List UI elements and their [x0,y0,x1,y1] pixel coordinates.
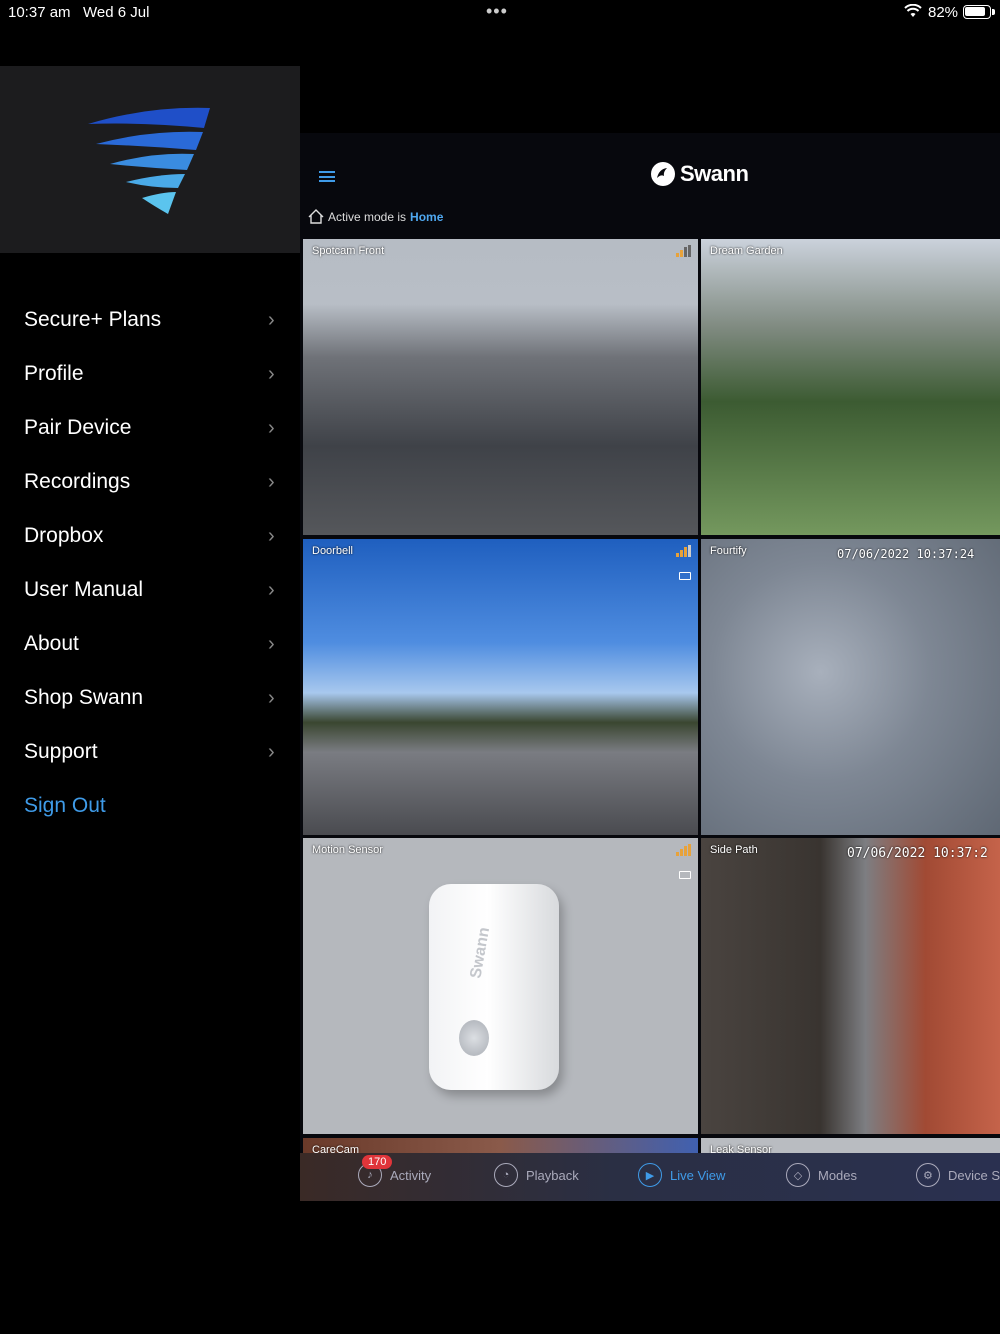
chevron-right-icon: › [268,633,275,655]
menu-item-label: Support [24,740,98,763]
menu-item-about[interactable]: About › [0,620,300,674]
menu-item-profile[interactable]: Profile › [0,350,300,404]
mode-prefix: Active mode is [328,209,407,224]
chevron-right-icon: › [268,363,275,385]
menu-item-label: Secure+ Plans [24,308,162,331]
active-mode-indicator[interactable]: Active mode is Home [308,209,443,224]
gear-icon: ⚙ [916,1163,940,1187]
hamburger-menu-icon[interactable] [319,171,335,182]
menu-item-user-manual[interactable]: User Manual › [0,566,300,620]
clock-icon: ◔ [494,1163,518,1187]
play-icon: ▶ [638,1163,662,1187]
swann-swan-logo-icon [651,162,675,186]
menu-item-support[interactable]: Support › [0,728,300,782]
battery-icon [963,5,995,19]
tab-label: Device S [947,1167,1000,1183]
battery-status-icon [679,572,691,580]
camera-name: Side Path [710,844,758,856]
side-menu: Secure+ Plans › Profile › Pair Device › … [0,66,300,1334]
chevron-right-icon: › [268,687,275,709]
menu-item-dropbox[interactable]: Dropbox › [0,512,300,566]
activity-count-badge: 170 [362,1155,393,1169]
status-date: Wed 6 Jul [83,4,150,21]
signal-strength-icon [676,844,691,856]
chevron-right-icon: › [268,741,275,763]
logo-panel [0,66,300,253]
camera-tile-fourtify[interactable]: Fourtify 07/06/2022 10:37:24 [701,539,1000,835]
menu-item-label: Recordings [24,470,131,493]
shield-icon: ◇ [786,1163,810,1187]
tab-playback[interactable]: ◔ Playback [494,1163,579,1187]
battery-percent: 82% [928,4,959,21]
status-time: 10:37 am [8,4,71,21]
menu-item-shop-swann[interactable]: Shop Swann › [0,674,300,728]
menu-item-label: Dropbox [24,524,104,547]
tab-label: Modes [818,1167,858,1183]
sign-out-button[interactable]: Sign Out [0,782,300,836]
chevron-right-icon: › [268,417,275,439]
tab-modes[interactable]: ◇ Modes [786,1163,857,1187]
bottom-tab-bar: ♪ Activity 170 ◔ Playback ▶ Live View ◇ … [300,1153,1000,1201]
home-icon [308,209,324,224]
chevron-right-icon: › [268,579,275,601]
swann-wing-logo-icon [88,107,210,214]
tab-label: Live View [670,1167,726,1183]
chevron-right-icon: › [268,471,275,493]
camera-name: Motion Sensor [312,844,383,856]
camera-tile-dream-garden[interactable]: Dream Garden [701,239,1000,535]
menu-item-secure-plans[interactable]: Secure+ Plans › [0,296,300,350]
tab-device-settings[interactable]: ⚙ Device S [916,1163,1000,1187]
multitasking-dots-icon[interactable]: ••• [486,1,508,22]
camera-name: Spotcam Front [312,245,385,257]
camera-name: Fourtify [710,545,747,557]
menu-item-pair-device[interactable]: Pair Device › [0,404,300,458]
camera-timestamp: 07/06/2022 10:37:24 [837,547,975,561]
motion-sensor-image: Swann [429,884,559,1090]
tab-live-view[interactable]: ▶ Live View [638,1163,725,1187]
menu-item-label: Pair Device [24,416,132,439]
menu-item-label: Shop Swann [24,686,144,709]
tab-label: Activity [390,1167,432,1183]
mode-value: Home [410,209,444,224]
chevron-right-icon: › [268,525,275,547]
tab-activity[interactable]: ♪ Activity 170 [358,1155,432,1187]
signal-strength-icon [676,545,691,557]
menu-item-label: User Manual [24,578,144,601]
tab-label: Playback [526,1167,579,1183]
top-bar: Swann [300,133,1000,213]
camera-name: Dream Garden [710,245,783,257]
battery-status-icon [679,871,691,879]
camera-tile-side-path[interactable]: Side Path 07/06/2022 10:37:2 [701,838,1000,1134]
signal-strength-icon [676,245,691,257]
camera-name: Doorbell [312,545,353,557]
sign-out-label: Sign Out [24,794,106,817]
camera-tile-doorbell[interactable]: Doorbell [303,539,698,835]
menu-item-label: About [24,632,79,655]
brand-name: Swann [680,161,749,186]
status-bar: 10:37 am Wed 6 Jul ••• 82% [0,0,1000,28]
live-view-screen: Swann Active mode is Home Spotcam Front … [300,133,1000,1201]
swann-brand: Swann [650,161,749,187]
camera-tile-motion-sensor[interactable]: Motion Sensor Swann [303,838,698,1134]
wifi-icon [904,4,922,17]
sensor-brand-mark: Swann [467,926,494,980]
menu-item-recordings[interactable]: Recordings › [0,458,300,512]
chevron-right-icon: › [268,309,275,331]
menu-item-label: Profile [24,362,84,385]
camera-timestamp: 07/06/2022 10:37:2 [847,846,988,861]
camera-tile-spotcam-front[interactable]: Spotcam Front [303,239,698,535]
